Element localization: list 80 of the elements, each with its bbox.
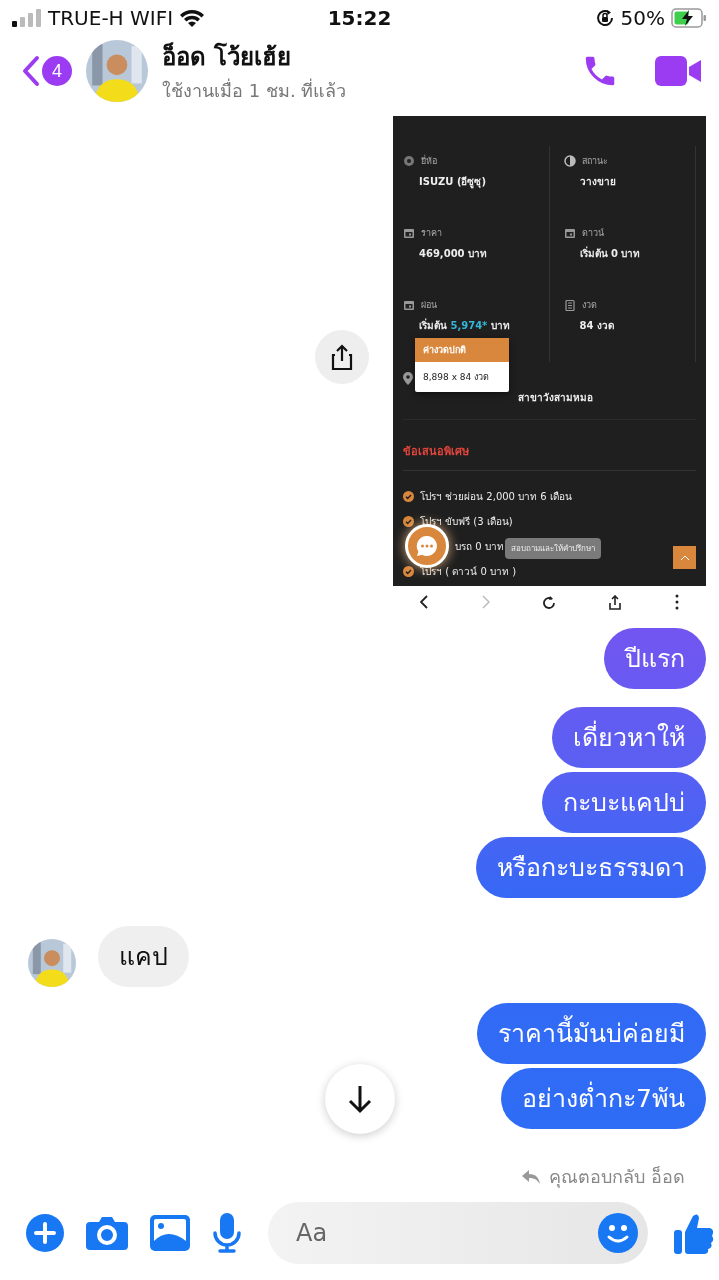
caret-up-icon — [679, 554, 690, 561]
chat-bubble-icon — [415, 534, 439, 558]
more-icon — [675, 594, 680, 610]
branch-address: สาขาวังสามหมอ — [518, 391, 593, 405]
avatar — [28, 939, 76, 987]
reply-note: คุณตอบกลับ อ็อด — [549, 1165, 685, 1190]
offer-text: บรถ 0 บาท — [455, 540, 504, 554]
share-icon — [609, 594, 622, 610]
field-label: งวด — [581, 299, 597, 312]
wifi-icon — [179, 8, 206, 28]
back-button[interactable]: 4 — [22, 55, 72, 87]
gallery-button[interactable] — [150, 1214, 190, 1251]
field-value: 469,000 บาท — [419, 247, 489, 261]
scroll-down-button[interactable] — [325, 1064, 395, 1134]
carrier-name: TRUE-H WIFI — [48, 6, 174, 30]
rotation-lock-icon — [594, 8, 615, 28]
toolbar-button[interactable] — [417, 593, 430, 611]
chat-tooltip: สอบถามและให้คำปรึกษา — [505, 538, 601, 559]
camera-icon — [86, 1214, 128, 1251]
offer-text: โปรฯ ช่วยผ่อน 2,000 บาท 6 เดือน — [420, 490, 572, 504]
field-value: ISUZU (อีซูซุ) — [419, 175, 488, 189]
image-icon — [150, 1214, 190, 1251]
field-value: เริ่มต้น 5,974* บาท — [419, 318, 511, 333]
message-bubble: ราคานี้มันบ่ค่อยมี — [477, 1003, 706, 1064]
popup-title: ค่างวดปกติ — [415, 338, 509, 362]
reply-icon — [521, 1168, 542, 1185]
field-icon — [403, 299, 415, 311]
signal-icon — [12, 9, 42, 27]
section-title: ข้อเสนอพิเศษ — [403, 420, 696, 471]
contact-name: อ็อด โว้ยเฮ้ย — [162, 41, 293, 73]
back-icon — [419, 595, 428, 609]
message-bubble: หรือกะบะธรรมดา — [476, 837, 706, 898]
field-value: เริ่มต้น 0 บาท — [579, 246, 642, 261]
offer-text: โปรฯ ขับฟรี (3 เดือน) — [420, 515, 513, 529]
back-icon — [22, 55, 40, 87]
message-bubble: แคป — [98, 926, 189, 987]
toolbar-button[interactable] — [541, 593, 558, 611]
message-bubble: กะบะแคปบ่ — [542, 772, 706, 833]
field-label: ราคา — [421, 227, 442, 240]
battery-percent: 50% — [620, 6, 665, 30]
field-label: ดาวน์ — [581, 227, 604, 240]
check-icon — [403, 566, 414, 577]
camera-button[interactable] — [86, 1214, 128, 1251]
popup-text: 8,898 x 84 งวด — [422, 371, 491, 384]
message-bubble: ปีแรก — [604, 628, 706, 689]
check-icon — [403, 516, 414, 527]
field-value: วางขาย — [579, 175, 617, 189]
microphone-icon — [212, 1212, 242, 1253]
message-field[interactable]: Aa — [268, 1201, 648, 1264]
toolbar-button[interactable] — [607, 592, 624, 612]
field-icon — [563, 155, 576, 167]
field-icon — [563, 227, 576, 239]
field-value: 84 งวด — [579, 319, 615, 333]
share-icon — [330, 343, 354, 371]
emoji-icon[interactable] — [598, 1212, 638, 1253]
arrow-down-icon — [347, 1084, 373, 1114]
field-label: สถานะ — [581, 155, 608, 168]
like-button[interactable] — [674, 1211, 714, 1254]
field-icon — [403, 155, 415, 167]
microphone-button[interactable] — [212, 1212, 242, 1253]
field-label: ผ่อน — [421, 299, 437, 312]
field-label: ยี่ห้อ — [421, 154, 437, 168]
message-bubble: เดี่ยวหาให้ — [552, 707, 706, 768]
active-status: ใช้งานเมื่อ 1 ชม. ที่แล้ว — [162, 77, 348, 103]
check-icon — [403, 491, 414, 502]
location-pin-icon — [403, 372, 413, 385]
video-camera-icon[interactable] — [655, 55, 701, 87]
message-input[interactable]: Aa — [294, 1217, 598, 1248]
field-icon — [403, 227, 415, 239]
thumbs-up-icon — [674, 1211, 714, 1254]
forward-icon — [481, 595, 490, 609]
message-bubble: อย่างต่ำกะ7พัน — [501, 1068, 706, 1129]
reload-icon — [543, 595, 556, 609]
field-icon — [563, 299, 576, 311]
add-button[interactable] — [26, 1213, 64, 1252]
battery-charging-icon — [671, 8, 707, 28]
clock-time: 15:22 — [327, 6, 392, 30]
chat-button[interactable] — [405, 524, 449, 568]
unread-count: 4 — [42, 56, 72, 86]
plus-icon — [26, 1213, 64, 1252]
